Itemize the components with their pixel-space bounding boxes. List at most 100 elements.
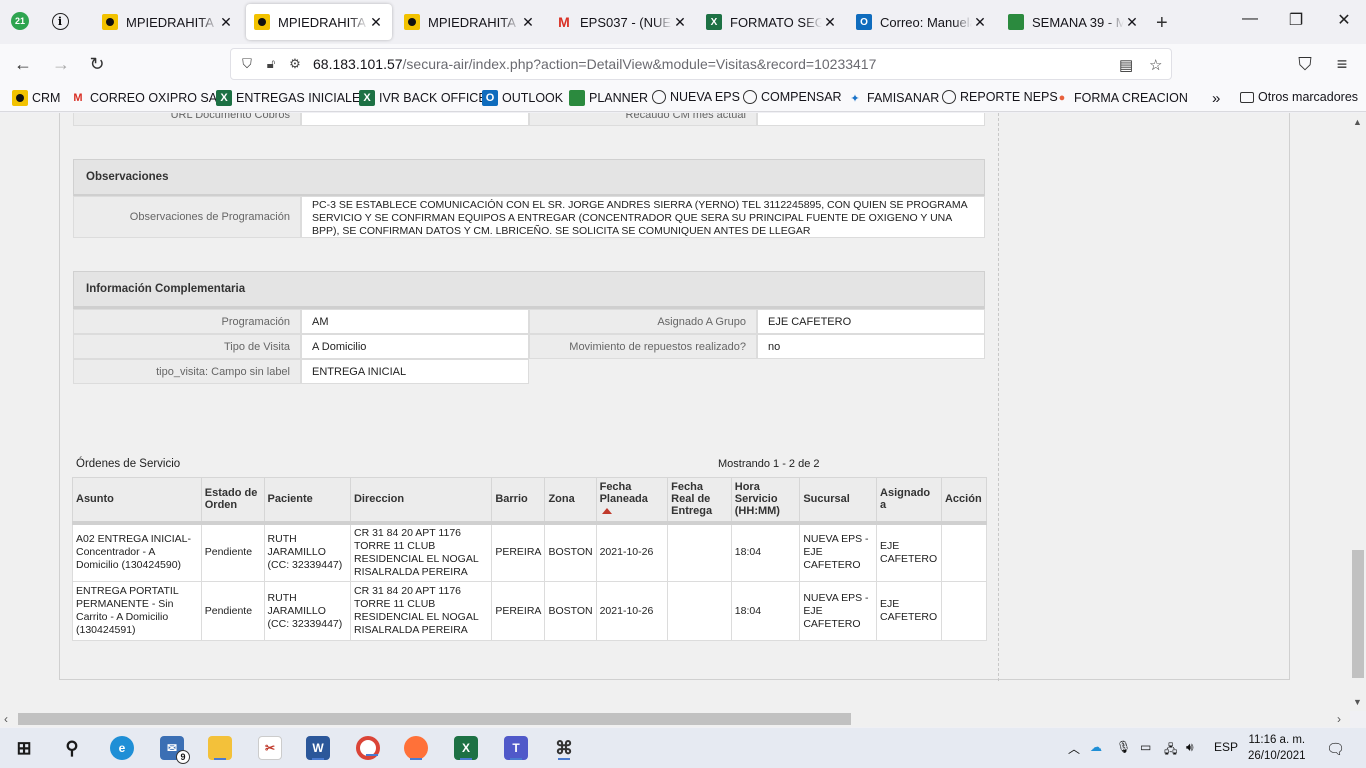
minimize-button[interactable]: — xyxy=(1238,10,1262,28)
cell-paciente[interactable]: RUTH JARAMILLO (CC: 32339447) xyxy=(263,581,351,641)
microphone-icon[interactable]: 🎙︎ xyxy=(1116,740,1131,754)
cell-zona: BOSTON xyxy=(544,522,597,582)
network-tool-icon[interactable]: ⌘ xyxy=(552,736,576,760)
globe-icon xyxy=(743,90,757,104)
bookmark-item[interactable]: CRM xyxy=(12,90,60,106)
permissions-icon[interactable]: ⚙ xyxy=(287,56,303,72)
bookmark-item[interactable]: X IVR BACK OFFICE xyxy=(359,90,487,106)
volume-icon[interactable]: 🔊︎ xyxy=(1186,740,1194,755)
close-icon[interactable]: ✕ xyxy=(218,14,234,31)
shield-icon[interactable]: ⛉ xyxy=(239,56,255,72)
word-icon[interactable]: W xyxy=(306,736,330,760)
col-fecha-real[interactable]: Fecha Real de Entrega xyxy=(667,477,732,525)
browser-tab[interactable]: MPIEDRAHITA - Ai ✕ xyxy=(94,4,242,40)
url-text[interactable]: 68.183.101.57/secura-air/index.php?actio… xyxy=(313,56,876,72)
cell-asunto[interactable]: A02 ENTREGA INICIAL- Concentrador - A Do… xyxy=(72,522,202,582)
cell-fecha-planeada: 2021-10-26 xyxy=(595,581,669,641)
close-icon[interactable]: ✕ xyxy=(822,14,838,31)
other-bookmarks[interactable]: Otros marcadores xyxy=(1240,90,1358,104)
col-fecha-planeada[interactable]: Fecha Planeada xyxy=(595,477,669,525)
reload-button[interactable]: ↻ xyxy=(86,53,108,75)
bookmark-item[interactable]: ✦ FAMISANAR xyxy=(847,90,939,106)
windows-start-icon[interactable]: ⊞ xyxy=(12,736,36,760)
form-icon: ● xyxy=(1058,92,1066,104)
bookmark-item[interactable]: X ENTREGAS INICIALES xyxy=(216,90,369,106)
edge-icon[interactable]: e xyxy=(110,736,134,760)
tray-overflow-icon[interactable]: ︿ xyxy=(1068,740,1080,757)
url-bar[interactable]: ⛉ 🔓︎ ⚙ 68.183.101.57/secura-air/index.ph… xyxy=(230,48,1172,80)
horizontal-scrollbar[interactable]: ‹ › xyxy=(0,711,1350,727)
notifications-icon[interactable]: 🗨︎ xyxy=(1326,740,1345,758)
extension-badge-icon[interactable]: 21 xyxy=(10,11,30,31)
col-asunto[interactable]: Asunto xyxy=(72,477,202,525)
col-zona[interactable]: Zona xyxy=(544,477,597,525)
browser-tab[interactable]: O Correo: Manuela M ✕ xyxy=(848,4,996,40)
col-paciente[interactable]: Paciente xyxy=(263,477,351,525)
col-sucursal[interactable]: Sucursal xyxy=(799,477,878,525)
vertical-scrollbar[interactable]: ▲ ▼ xyxy=(1350,113,1366,711)
restore-button[interactable]: ❐ xyxy=(1284,10,1308,30)
snipping-tool-icon[interactable]: ✂ xyxy=(258,736,282,760)
bookmark-item[interactable]: COMPENSAR xyxy=(743,90,842,104)
close-icon[interactable]: ✕ xyxy=(368,14,384,31)
outlook-icon: O xyxy=(482,90,498,106)
col-direccion[interactable]: Direccion xyxy=(349,477,493,525)
bookmark-item[interactable]: PLANNER xyxy=(569,90,648,106)
firefox-icon[interactable] xyxy=(404,736,428,760)
close-window-button[interactable]: ✕ xyxy=(1332,10,1356,30)
bookmark-item[interactable]: NUEVA EPS xyxy=(652,90,740,104)
search-icon[interactable]: ⚲ xyxy=(60,736,84,760)
forward-button[interactable]: → xyxy=(50,53,72,75)
bookmark-item[interactable]: O OUTLOOK xyxy=(482,90,563,106)
field-value xyxy=(301,113,529,126)
col-estado[interactable]: Estado de Orden xyxy=(200,477,265,525)
cell-asunto[interactable]: ENTREGA PORTATIL PERMANENTE - Sin Carrit… xyxy=(72,581,202,641)
close-icon[interactable]: ✕ xyxy=(1124,14,1140,31)
clock[interactable]: 11:16 a. m. 26/10/2021 xyxy=(1248,732,1306,764)
browser-tab-active[interactable]: MPIEDRAHITA - Ai ✕ xyxy=(246,4,392,40)
browser-tab[interactable]: SEMANA 39 - MAR ✕ xyxy=(1000,4,1148,40)
chrome-icon[interactable] xyxy=(356,736,380,760)
close-icon[interactable]: ✕ xyxy=(672,14,688,31)
file-explorer-icon[interactable] xyxy=(208,736,232,760)
cell-direccion: CR 31 84 20 APT 1176 TORRE 11 CLUB RESID… xyxy=(349,581,493,641)
vertical-scroll-thumb[interactable] xyxy=(1352,550,1364,678)
horizontal-scroll-thumb[interactable] xyxy=(18,713,851,725)
scroll-right-icon[interactable]: › xyxy=(1337,712,1341,726)
cell-accion xyxy=(940,581,988,641)
bookmark-star-icon[interactable]: ☆ xyxy=(1149,56,1162,74)
insecure-lock-icon[interactable]: 🔓︎ xyxy=(263,56,279,72)
outlook-icon: O xyxy=(856,14,872,30)
reader-view-icon[interactable]: ▤ xyxy=(1119,56,1133,74)
onedrive-icon[interactable]: ☁ xyxy=(1090,740,1102,754)
close-icon[interactable]: ✕ xyxy=(520,14,536,31)
info-icon[interactable]: i xyxy=(50,11,70,31)
close-icon[interactable]: ✕ xyxy=(972,14,988,31)
col-barrio[interactable]: Barrio xyxy=(491,477,546,525)
bookmark-item[interactable]: ● FORMA CREACION xyxy=(1054,90,1188,106)
scroll-down-icon[interactable]: ▼ xyxy=(1353,697,1362,707)
back-button[interactable]: ← xyxy=(12,53,34,75)
bookmarks-overflow-icon[interactable]: » xyxy=(1212,90,1220,107)
new-tab-button[interactable]: + xyxy=(1156,12,1168,35)
bookmark-item[interactable]: REPORTE NEPS xyxy=(942,90,1058,104)
browser-tab[interactable]: M EPS037 - (NUEVA EP ✕ xyxy=(548,4,696,40)
pocket-icon[interactable]: ⛉ xyxy=(1294,53,1316,75)
network-icon[interactable]: 🖧︎ xyxy=(1164,740,1177,761)
menu-icon[interactable]: ≡ xyxy=(1331,53,1353,75)
col-hora[interactable]: Hora Servicio (HH:MM) xyxy=(730,477,801,525)
field-value xyxy=(757,113,985,126)
mail-icon[interactable]: ✉ 9 xyxy=(160,736,190,764)
teams-icon[interactable]: T xyxy=(504,736,528,760)
col-asignado[interactable]: Asignado a xyxy=(876,477,942,525)
battery-icon[interactable]: ▭ xyxy=(1140,740,1151,754)
excel-taskbar-icon[interactable]: X xyxy=(454,736,478,760)
cell-paciente[interactable]: RUTH JARAMILLO (CC: 32339447) xyxy=(263,522,351,582)
browser-tab[interactable]: MPIEDRAHITA - Ai ✕ xyxy=(396,4,544,40)
language-indicator[interactable]: ESP xyxy=(1214,740,1238,754)
scroll-left-icon[interactable]: ‹ xyxy=(4,712,8,726)
planner-icon xyxy=(569,90,585,106)
browser-tab[interactable]: X FORMATO SEGUIMIEN ✕ xyxy=(698,4,846,40)
bookmark-item[interactable]: M CORREO OXIPRO SAS xyxy=(70,90,225,106)
scroll-up-icon[interactable]: ▲ xyxy=(1353,117,1362,127)
